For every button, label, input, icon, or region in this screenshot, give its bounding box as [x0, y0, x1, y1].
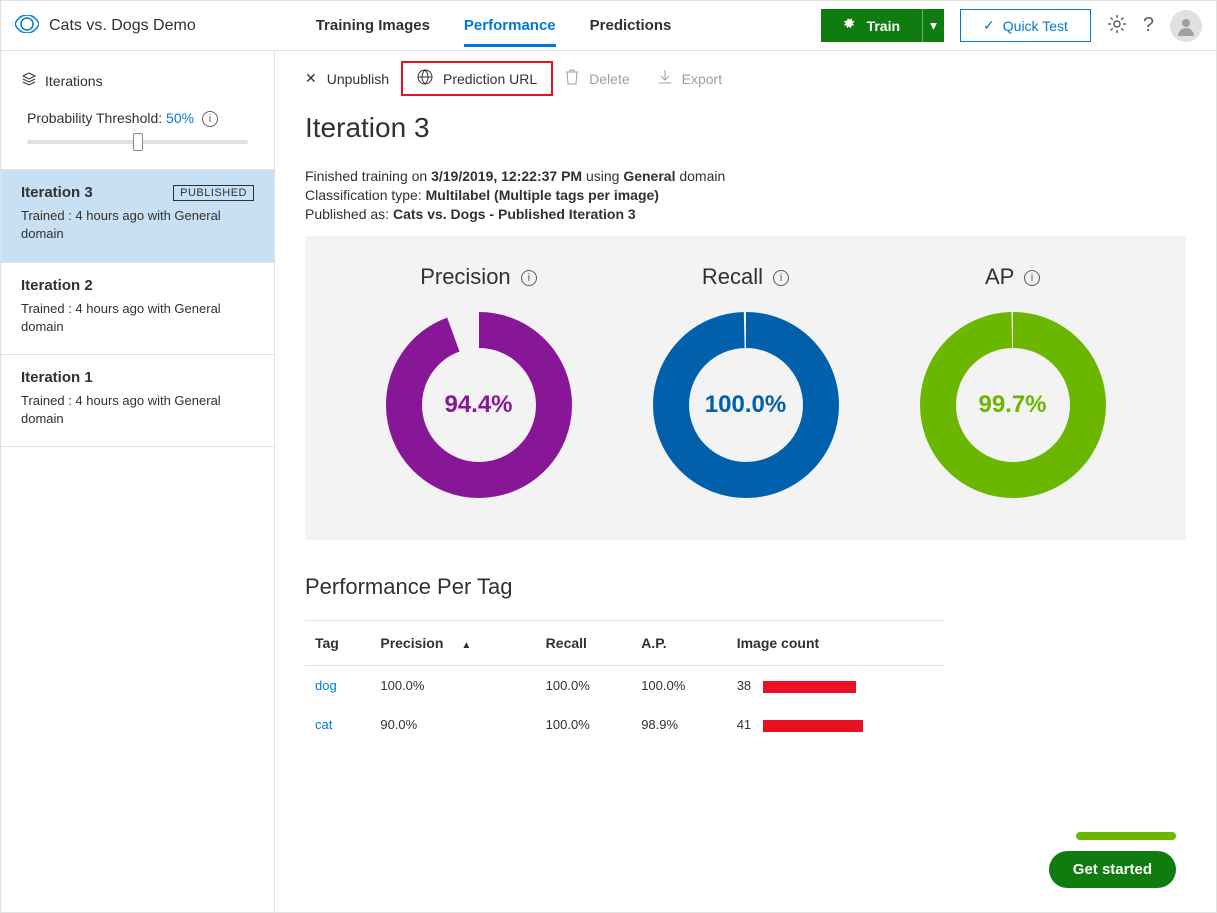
recall-label: Recall: [702, 264, 763, 289]
project-title: Cats vs. Dogs Demo: [49, 17, 196, 35]
info-icon[interactable]: i: [202, 111, 218, 127]
trash-icon: [565, 69, 579, 88]
train-button[interactable]: Train: [821, 9, 922, 42]
prediction-url-button[interactable]: Prediction URL: [401, 61, 553, 96]
download-icon: [658, 69, 672, 88]
tab-predictions[interactable]: Predictions: [590, 4, 672, 47]
gear-icon: [843, 16, 859, 35]
threshold-control: Probability Threshold: 50% i: [1, 98, 274, 161]
avatar[interactable]: [1170, 10, 1202, 42]
settings-icon[interactable]: [1107, 14, 1127, 37]
recall-value: 100.0%: [705, 391, 786, 419]
cell-ap: 100.0%: [631, 666, 727, 706]
tag-table: Tag Precision▲ Recall A.P. Image count d…: [305, 620, 945, 744]
nav-tabs: Training Images Performance Predictions: [316, 1, 672, 50]
train-button-group: Train ▾: [821, 9, 944, 42]
metric-ap: AP i 99.7%: [918, 264, 1108, 500]
help-icon[interactable]: ?: [1143, 14, 1154, 37]
sidebar: Iterations Probability Threshold: 50% i …: [1, 51, 275, 912]
get-started-button[interactable]: Get started: [1049, 851, 1176, 888]
info-icon[interactable]: i: [773, 270, 789, 286]
iteration-item[interactable]: Iteration 2 Trained : 4 hours ago with G…: [1, 263, 274, 355]
globe-icon: [417, 69, 433, 88]
prediction-url-label: Prediction URL: [443, 71, 537, 87]
iteration-list: Iteration 3 PUBLISHED Trained : 4 hours …: [1, 169, 274, 447]
table-row: cat 90.0%100.0%98.9%41: [305, 705, 945, 744]
train-label: Train: [867, 18, 900, 34]
table-row: dog100.0%100.0%100.0%38: [305, 666, 945, 706]
train-dropdown[interactable]: ▾: [922, 9, 944, 42]
iteration-item[interactable]: Iteration 1 Trained : 4 hours ago with G…: [1, 355, 274, 447]
metrics-panel: Precision i 94.4% Recall i 100.0%: [305, 236, 1186, 540]
ap-label: AP: [985, 264, 1014, 289]
published-as-line: Published as: Cats vs. Dogs - Published …: [305, 206, 1186, 222]
iteration-subtitle: Trained : 4 hours ago with General domai…: [21, 207, 254, 243]
export-button: Export: [658, 69, 722, 88]
th-precision[interactable]: Precision▲: [370, 621, 535, 666]
quick-test-button[interactable]: ✓ Quick Test: [960, 9, 1091, 42]
classification-type-line: Classification type: Multilabel (Multipl…: [305, 187, 1186, 203]
delete-button: Delete: [565, 69, 629, 88]
unpublish-label: Unpublish: [327, 71, 389, 87]
toolbar: ✕ Unpublish Prediction URL Delete Export: [275, 51, 1216, 106]
threshold-slider[interactable]: [27, 133, 248, 151]
info-icon[interactable]: i: [1024, 270, 1040, 286]
iteration-name: Iteration 3: [21, 184, 93, 201]
info-icon[interactable]: i: [521, 270, 537, 286]
tab-performance[interactable]: Performance: [464, 4, 556, 47]
precision-value: 94.4%: [444, 391, 512, 419]
count-bar: [763, 681, 856, 693]
cell-recall: 100.0%: [536, 705, 632, 744]
cell-ap: 98.9%: [631, 705, 727, 744]
check-icon: ✓: [983, 17, 995, 34]
quick-test-label: Quick Test: [1003, 18, 1068, 34]
export-label: Export: [682, 71, 722, 87]
cell-recall: 100.0%: [536, 666, 632, 706]
sidebar-title: Iterations: [45, 73, 103, 89]
metric-recall: Recall i 100.0%: [651, 264, 841, 500]
cell-count: 38: [727, 666, 945, 706]
cell-precision: 100.0%: [370, 666, 535, 706]
layers-icon: [21, 71, 37, 90]
threshold-label: Probability Threshold:: [27, 110, 162, 126]
precision-label: Precision: [420, 264, 510, 289]
th-ap[interactable]: A.P.: [631, 621, 727, 666]
page-title: Iteration 3: [305, 112, 1186, 144]
th-count[interactable]: Image count: [727, 621, 945, 666]
iteration-subtitle: Trained : 4 hours ago with General domai…: [21, 300, 254, 336]
iteration-item[interactable]: Iteration 3 PUBLISHED Trained : 4 hours …: [1, 170, 274, 262]
ap-value: 99.7%: [978, 391, 1046, 419]
main-content: ✕ Unpublish Prediction URL Delete Export: [275, 51, 1216, 912]
threshold-value: 50%: [166, 110, 194, 126]
chevron-down-icon: ▾: [930, 18, 937, 34]
metric-precision: Precision i 94.4%: [384, 264, 574, 500]
per-tag-title: Performance Per Tag: [305, 574, 1186, 600]
unpublish-button[interactable]: ✕ Unpublish: [305, 70, 389, 87]
cell-count: 41: [727, 705, 945, 744]
tag-link[interactable]: dog: [315, 678, 337, 693]
iteration-subtitle: Trained : 4 hours ago with General domai…: [21, 392, 254, 428]
training-finished-line: Finished training on 3/19/2019, 12:22:37…: [305, 168, 1186, 184]
iteration-name: Iteration 1: [21, 369, 93, 386]
eye-icon: [15, 15, 39, 36]
tag-link[interactable]: cat: [315, 717, 332, 732]
progress-pill: [1076, 832, 1176, 840]
sort-up-icon: ▲: [461, 640, 471, 651]
header: Cats vs. Dogs Demo Training Images Perfo…: [1, 1, 1216, 51]
delete-label: Delete: [589, 71, 629, 87]
tab-training-images[interactable]: Training Images: [316, 4, 430, 47]
th-tag[interactable]: Tag: [305, 621, 370, 666]
count-bar: [763, 720, 863, 732]
sidebar-header: Iterations: [1, 51, 274, 98]
iteration-name: Iteration 2: [21, 277, 93, 294]
th-recall[interactable]: Recall: [536, 621, 632, 666]
close-icon: ✕: [305, 70, 317, 87]
published-badge: PUBLISHED: [173, 185, 254, 201]
tag-tbody: dog100.0%100.0%100.0%38cat90.0%100.0%98.…: [305, 666, 945, 745]
cell-precision: 90.0%: [370, 705, 535, 744]
